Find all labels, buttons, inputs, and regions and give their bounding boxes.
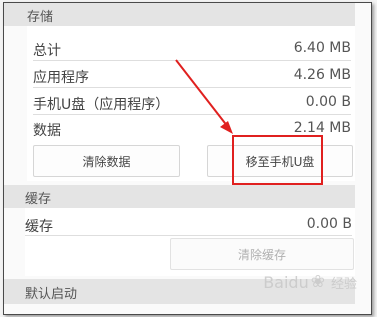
watermark-text: Baidu — [263, 272, 309, 292]
paw-logo-icon: ❀ — [310, 272, 325, 292]
annotation-arrow-icon — [175, 59, 233, 134]
watermark-suffix: 经验 — [330, 276, 357, 292]
app-info-screen: 存储 总计 6.40 MB 应用程序 4.26 MB 手机U盘（应用程序） 0.… — [3, 2, 372, 315]
baidu-watermark: Baidu ❀ 经验 — [263, 270, 357, 294]
